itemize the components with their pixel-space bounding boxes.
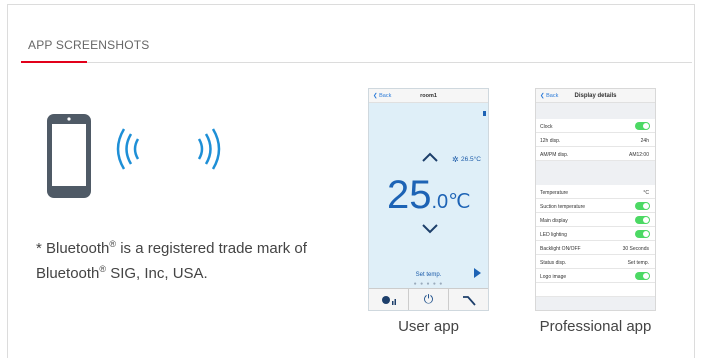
menu-marker [483,111,486,116]
toggle-switch [635,272,650,280]
toggle-switch [635,216,650,224]
professional-app-caption: Professional app [539,318,652,335]
setting-value: °C [643,190,649,196]
setting-row-clock: Clock [536,119,655,133]
section-title: APP SCREENSHOTS [28,38,150,52]
pro-app-header: ❮ Back Display details [536,89,655,103]
set-temperature-display: 25.0℃ [387,175,471,222]
fan-icon [369,289,409,310]
setting-label: Suction temperature [540,204,586,210]
power-icon: ⏻ [409,289,449,310]
setting-row-temperature: Temperature °C [536,185,655,199]
divider [21,62,692,63]
signal-waves-right-icon [197,128,221,170]
user-app-caption: User app [398,318,459,335]
smartphone-icon [47,114,91,198]
setting-label: Status disp. [540,260,567,266]
setting-label: Temperature [540,190,569,196]
page-dots: ● ● ● ● ● [413,281,444,287]
temp-decimal: .0℃ [431,191,471,213]
chevron-up-icon [422,152,438,162]
setting-label: LED lighting [540,232,567,238]
toggle-switch [635,230,650,238]
chevron-down-icon [422,224,438,234]
setting-row-suction: Suction temperature [536,199,655,213]
gear-icon: ✲ [452,155,459,164]
setting-row-status: Status disp. Set temp. [536,255,655,269]
setting-row-main-display: Main display [536,213,655,227]
title-accent-line [21,61,87,63]
room-temperature: 26.5°C [461,156,481,163]
setting-value: Set temp. [627,260,649,266]
setting-row-logo: Logo image [536,269,655,283]
setting-row-partial [536,283,655,297]
signal-waves-left-icon [116,128,140,170]
toggle-switch [635,202,650,210]
note-prefix: * Bluetooth [36,240,110,257]
setting-label: Logo image [540,274,567,280]
user-app-bottom-bar: ⏻ [369,288,488,310]
screen-title: Display details [574,93,617,99]
setting-label: Clock [540,124,553,130]
setting-value: AM12:00 [628,152,649,158]
room-title: room1 [420,93,437,99]
user-app-screenshot: ❮ Back room1 ✲ 26.5°C 25.0℃ Set temp. ● … [368,88,489,311]
professional-app-screenshot: ❮ Back Display details Clock 12h disp. 2… [535,88,656,311]
setting-row-backlight: Backlight ON/OFF 30 Seconds [536,241,655,255]
note-suffix: SIG, Inc, USA. [106,265,208,282]
setting-value: 24h [640,138,649,144]
louver-icon [449,289,488,310]
setting-row-ampm: AM/PM disp. AM12:00 [536,147,655,161]
temp-integer: 25 [387,173,432,217]
setting-label: 12h disp. [540,138,561,144]
setting-value: 30 Seconds [622,246,649,252]
setting-label: Main display [540,218,568,224]
user-app-header: ❮ Back room1 [369,89,488,103]
play-arrow-icon [474,268,481,278]
setting-row-12h: 12h disp. 24h [536,133,655,147]
toggle-switch [635,122,650,130]
setting-row-led: LED lighting [536,227,655,241]
setting-label: AM/PM disp. [540,152,569,158]
set-temp-label: Set temp. [415,272,442,278]
setting-label: Backlight ON/OFF [540,246,581,252]
bluetooth-trademark-note: * Bluetooth® is a registered trade mark … [36,234,326,284]
